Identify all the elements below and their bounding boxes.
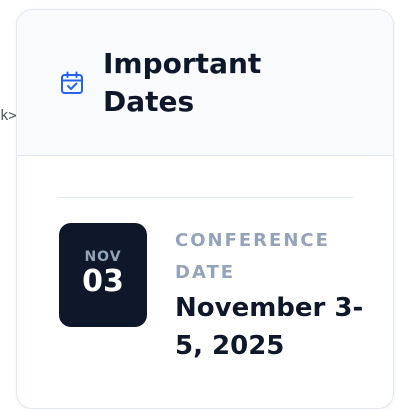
- calendar-check-icon: [59, 70, 85, 96]
- section-divider: [58, 197, 353, 198]
- event-label: CONFERENCE DATE: [175, 230, 330, 283]
- stray-markup-text: k>: [0, 108, 17, 124]
- event-date-value: November 3-5, 2025: [175, 293, 364, 361]
- date-badge: NOV 03: [59, 223, 147, 327]
- card-header: Important Dates: [17, 10, 393, 156]
- important-dates-card: Important Dates NOV 03 CONFERENCE DATE N…: [16, 9, 394, 409]
- date-badge-day: 03: [82, 264, 124, 299]
- card-title: Important Dates: [103, 47, 262, 118]
